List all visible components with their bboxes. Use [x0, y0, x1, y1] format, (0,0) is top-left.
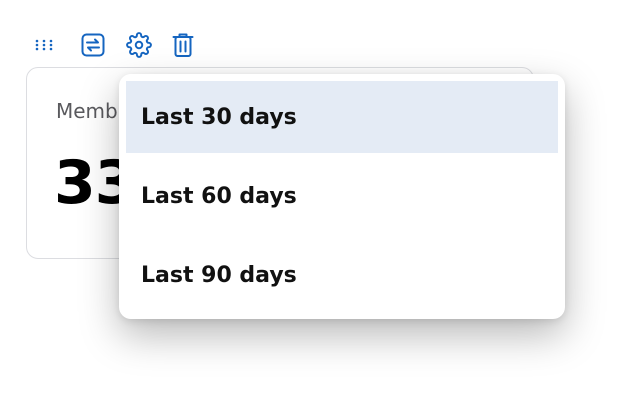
dashboard-widget-area: Memb 33 Last 30 days Last 60 days Last 9…	[0, 0, 622, 400]
menu-item-last-60-days[interactable]: Last 60 days	[126, 160, 558, 232]
menu-item-last-30-days[interactable]: Last 30 days	[126, 81, 558, 153]
swap-icon	[81, 33, 105, 57]
settings-gear-icon	[126, 32, 152, 58]
swap-button[interactable]	[77, 30, 109, 60]
menu-item-last-90-days[interactable]: Last 90 days	[126, 239, 558, 311]
widget-toolbar	[30, 30, 214, 60]
trash-icon	[172, 33, 194, 57]
metric-label: Memb	[56, 99, 118, 123]
date-range-dropdown-menu: Last 30 days Last 60 days Last 90 days	[119, 74, 565, 319]
delete-button[interactable]	[167, 30, 199, 60]
drag-handle-icon	[35, 39, 53, 51]
drag-handle-button[interactable]	[30, 30, 60, 60]
settings-button[interactable]	[123, 30, 155, 60]
